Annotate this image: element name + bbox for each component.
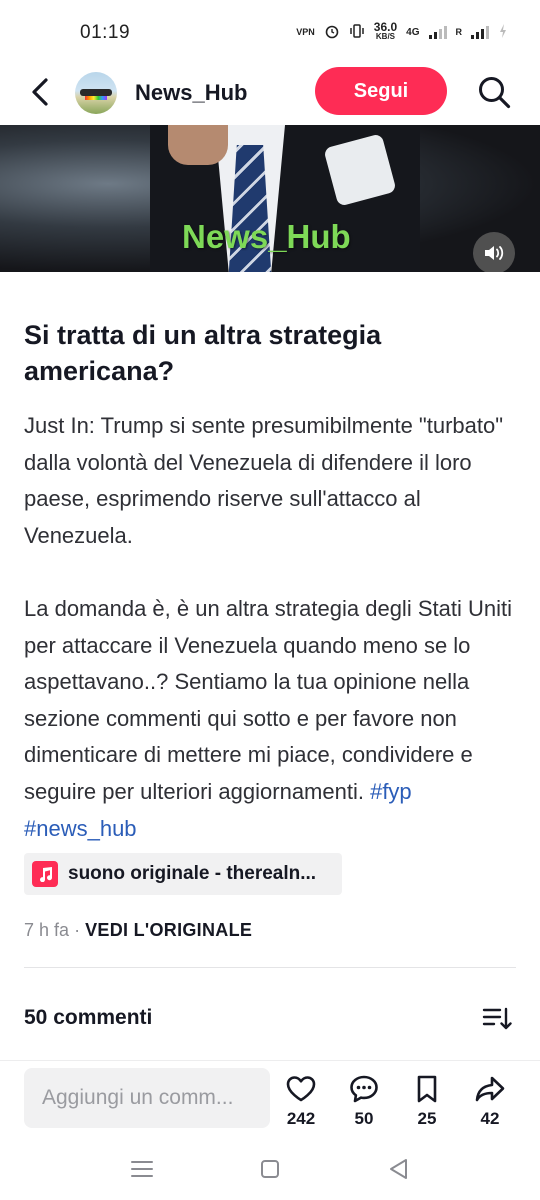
network-speed: 36.0 KB/S <box>373 20 398 41</box>
post-description: Just In: Trump si sente presumibilmente … <box>24 408 520 847</box>
comment-count: 50 <box>354 1109 374 1128</box>
search-button[interactable] <box>476 74 512 110</box>
signal-2-icon <box>471 25 489 39</box>
like-count: 242 <box>286 1109 316 1128</box>
search-icon <box>479 77 511 109</box>
network-type: 4G <box>406 26 420 38</box>
vpn-icon: VPN <box>296 27 315 37</box>
post-time: 7 h fa <box>24 920 70 940</box>
like-button[interactable]: 242 <box>276 1073 326 1129</box>
back-nav-icon <box>390 1159 407 1179</box>
comment-bubble-icon <box>350 1075 378 1103</box>
share-button[interactable]: 42 <box>465 1073 515 1129</box>
system-back-button[interactable] <box>384 1154 414 1184</box>
heart-icon <box>286 1076 316 1102</box>
recent-apps-button[interactable] <box>127 1154 157 1184</box>
bookmark-icon <box>417 1075 437 1103</box>
video-player[interactable]: News_Hub <box>0 125 540 272</box>
save-button[interactable]: 25 <box>402 1073 452 1129</box>
status-icons: VPN 36.0 KB/S 4G R <box>296 20 508 42</box>
music-note-icon <box>32 861 58 887</box>
avatar[interactable] <box>75 72 117 114</box>
system-navigation-bar <box>0 1140 540 1200</box>
back-button[interactable] <box>26 75 56 109</box>
alarm-icon <box>324 23 340 42</box>
battery-icon <box>498 23 508 42</box>
follow-button[interactable]: Segui <box>315 67 447 115</box>
hashtag-fyp[interactable]: #fyp <box>370 779 412 804</box>
comments-count-title: 50 commenti <box>24 1006 153 1029</box>
comment-button[interactable]: 50 <box>339 1073 389 1129</box>
status-time: 01:19 <box>80 22 131 43</box>
sound-link[interactable]: suono originale - therealn... <box>24 853 342 895</box>
home-nav-icon <box>261 1160 279 1178</box>
post-title: Si tratta di un altra strategia american… <box>24 320 382 386</box>
signal-icon <box>428 25 447 39</box>
back-icon <box>32 78 48 106</box>
comment-input[interactable] <box>24 1068 270 1128</box>
home-button[interactable] <box>255 1154 285 1184</box>
speaker-icon <box>485 246 504 260</box>
sound-name: suono originale - therealn... <box>68 863 317 884</box>
sort-comments-button[interactable] <box>482 1006 512 1032</box>
sort-icon <box>482 1007 512 1030</box>
hashtag-news-hub[interactable]: #news_hub <box>24 816 137 841</box>
post-meta: 7 h fa · VEDI L'ORIGINALE <box>24 920 252 941</box>
description-text: Just In: Trump si sente presumibilmente … <box>24 413 512 804</box>
view-original-link[interactable]: VEDI L'ORIGINALE <box>85 920 252 940</box>
username[interactable]: News_Hub <box>135 80 247 106</box>
save-count: 25 <box>417 1109 437 1128</box>
video-watermark: News_Hub <box>182 218 351 255</box>
menu-nav-icon <box>131 1161 153 1177</box>
share-count: 42 <box>480 1109 500 1128</box>
share-arrow-icon <box>475 1076 505 1102</box>
post-header: News_Hub Segui <box>0 62 540 124</box>
divider <box>24 967 516 968</box>
meta-separator: · <box>74 920 81 940</box>
roaming-indicator: R <box>455 27 463 37</box>
mute-toggle-button[interactable] <box>473 232 515 272</box>
status-bar: 01:19 VPN 36.0 KB/S 4G R <box>0 0 540 62</box>
bottom-action-bar: 242 50 25 42 <box>0 1060 540 1141</box>
vibrate-icon <box>349 23 365 42</box>
